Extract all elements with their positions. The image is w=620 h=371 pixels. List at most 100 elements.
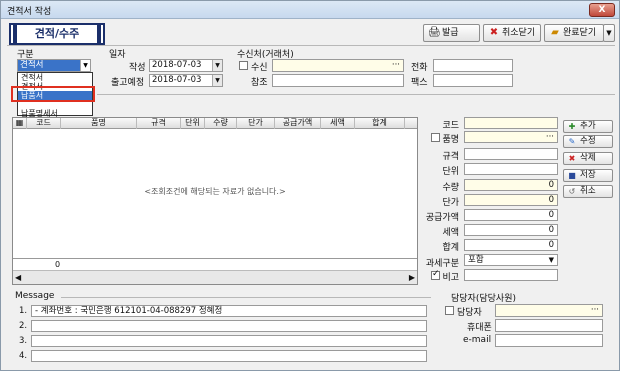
fax-input[interactable] <box>433 74 513 87</box>
manager-input[interactable]: ··· <box>495 304 603 317</box>
email-label: e-mail <box>463 335 492 345</box>
printer-icon: 🖨 <box>428 27 441 38</box>
msg-num: 4. <box>19 351 28 361</box>
type-option[interactable]: 납품명세서 <box>18 109 92 118</box>
phone-input[interactable] <box>433 59 513 72</box>
footer-qty: 0 <box>55 260 61 269</box>
x-icon: ✖ <box>489 27 499 38</box>
email-input[interactable] <box>495 334 603 347</box>
col-qty[interactable]: 수량 <box>205 118 237 129</box>
taxtype-select[interactable]: 포함 ▼ <box>464 254 558 266</box>
window-title: 견적서 작성 <box>7 7 52 17</box>
note-input[interactable] <box>464 269 558 281</box>
type-option[interactable]: 견적서 <box>18 73 92 82</box>
col-code[interactable]: 코드 <box>27 118 61 129</box>
col-total[interactable]: 합계 <box>355 118 405 129</box>
msg-num: 3. <box>19 336 28 346</box>
msg-num: 2. <box>19 321 28 331</box>
supply-input[interactable]: 0 <box>464 209 558 221</box>
title-bar: 견적서 작성 X <box>1 1 619 19</box>
more-icon[interactable]: ··· <box>392 60 400 71</box>
ship-date-input[interactable]: 2018-07-03 ▼ <box>149 74 223 87</box>
tax-input[interactable]: 0 <box>464 224 558 236</box>
grid-footer: 0 <box>13 258 417 270</box>
col-spec[interactable]: 규격 <box>137 118 181 129</box>
total-label: 합계 <box>442 243 459 253</box>
qty-input[interactable]: 0 <box>464 179 558 191</box>
edit-icon: ✎ <box>568 137 576 146</box>
close-button[interactable]: X <box>589 3 615 17</box>
col-unit[interactable]: 단위 <box>181 118 205 129</box>
ship-label: 출고예정 <box>111 78 145 88</box>
cancel-close-button[interactable]: ✖ 취소닫기 <box>483 24 541 42</box>
ref-label: 참조 <box>251 78 268 88</box>
message-line-3[interactable] <box>31 335 427 347</box>
type-select-value: 견적서 <box>20 60 44 70</box>
code-label: 코드 <box>442 121 459 131</box>
write-date-value: 2018-07-03 <box>152 60 202 70</box>
scroll-right-icon[interactable]: ▶ <box>409 273 415 282</box>
edit-button[interactable]: ✎ 수정 <box>563 135 613 148</box>
write-date-input[interactable]: 2018-07-03 ▼ <box>149 59 223 72</box>
horizontal-scrollbar[interactable]: ◀ ▶ <box>13 270 417 284</box>
mobile-label: 휴대폰 <box>467 323 492 333</box>
ref-input[interactable] <box>272 74 404 87</box>
cancel-label: 취소 <box>580 186 596 196</box>
message-line-1[interactable]: - 계좌번호 : 국민은행 612101-04-088297 정혜정 <box>31 305 427 317</box>
plus-icon: ✚ <box>568 122 576 131</box>
done-close-dropdown[interactable]: ▼ <box>603 24 615 42</box>
manager-checkbox[interactable] <box>445 306 454 315</box>
page-title: 견적/수주 <box>9 23 105 46</box>
message-line-4[interactable] <box>31 350 427 362</box>
unit-label: 단위 <box>442 167 459 177</box>
col-supply[interactable]: 공급가액 <box>275 118 321 129</box>
code-input[interactable] <box>464 117 558 129</box>
grid-menu-icon[interactable]: ▦ <box>13 118 27 129</box>
done-close-button[interactable]: ▰ 완료닫기 <box>544 24 604 42</box>
print-label: 발급 <box>442 28 459 38</box>
col-tax[interactable]: 세액 <box>321 118 355 129</box>
divider <box>61 297 431 298</box>
type-select[interactable]: 견적서 ▼ <box>17 59 91 72</box>
divider <box>97 94 615 95</box>
more-icon[interactable]: ··· <box>546 132 554 142</box>
recv-label: 수신 <box>251 63 268 73</box>
folder-icon: ▰ <box>551 27 559 38</box>
chevron-down-icon: ▼ <box>80 60 90 71</box>
add-button[interactable]: ✚ 추가 <box>563 120 613 133</box>
delete-button[interactable]: ✖ 삭제 <box>563 152 613 165</box>
unit-input[interactable] <box>464 163 558 175</box>
name-input[interactable]: ··· <box>464 131 558 143</box>
add-label: 추가 <box>580 121 596 131</box>
message-line-2[interactable] <box>31 320 427 332</box>
save-icon: ■ <box>568 171 576 180</box>
edit-label: 수정 <box>580 136 596 146</box>
spec-input[interactable] <box>464 148 558 160</box>
scroll-left-icon[interactable]: ◀ <box>15 273 21 282</box>
chevron-down-icon: ▼ <box>606 29 612 37</box>
price-input[interactable]: 0 <box>464 194 558 206</box>
recv-checkbox[interactable] <box>239 61 248 70</box>
message-title: Message <box>15 291 55 301</box>
more-icon[interactable]: ··· <box>591 305 599 316</box>
print-button[interactable]: 🖨 발급 <box>423 24 480 42</box>
taxtype-value: 포함 <box>468 255 484 265</box>
recv-input[interactable]: ··· <box>272 59 404 72</box>
mobile-input[interactable] <box>495 319 603 332</box>
cancel-button[interactable]: ↺ 취소 <box>563 185 613 198</box>
price-label: 단가 <box>442 198 459 208</box>
chevron-down-icon: ▼ <box>212 60 222 71</box>
manager-label: 담당자 <box>457 308 482 318</box>
manager-title: 담당자(담당사원) <box>451 294 516 304</box>
highlight-box <box>11 86 95 102</box>
chevron-down-icon: ▼ <box>212 75 222 86</box>
save-button[interactable]: ■ 저장 <box>563 169 613 182</box>
col-name[interactable]: 품명 <box>61 118 137 129</box>
save-label: 저장 <box>580 170 596 180</box>
col-price[interactable]: 단가 <box>237 118 275 129</box>
done-close-label: 완료닫기 <box>563 28 597 38</box>
name-label: 품명 <box>442 135 459 145</box>
total-input[interactable]: 0 <box>464 239 558 251</box>
msg-num: 1. <box>19 306 28 316</box>
items-grid[interactable]: ▦ 코드 품명 규격 단위 수량 단가 공급가액 세액 합계 <조회조건에 해당… <box>12 117 418 285</box>
